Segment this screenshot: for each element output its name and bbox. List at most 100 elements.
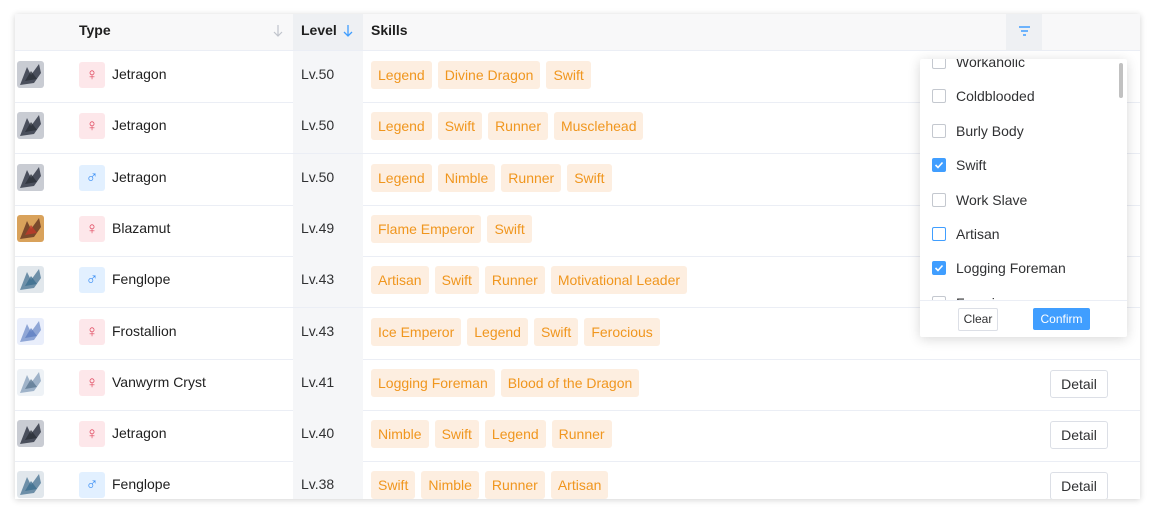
skill-tag: Nimble	[437, 163, 496, 192]
filter-option[interactable]: Burly Body	[920, 116, 1120, 146]
pal-name: Jetragon	[112, 168, 167, 185]
filter-options-list[interactable]: Workaholic Coldblooded Burly Body Swift Work…	[920, 59, 1127, 300]
detail-button[interactable]: Detail	[1050, 421, 1108, 450]
male-icon: ♂	[79, 164, 105, 191]
male-icon: ♂	[79, 472, 105, 499]
jetragon-icon	[17, 163, 44, 191]
pal-level: Lv.41	[301, 373, 335, 390]
skill-tag: Artisan	[371, 266, 429, 295]
filter-option[interactable]: Artisan	[920, 219, 1120, 249]
filter-option-label: Burly Body	[956, 122, 1024, 139]
jetragon-icon	[17, 420, 44, 448]
checkbox-checked[interactable]	[932, 261, 946, 276]
female-icon: ♀	[79, 421, 105, 448]
female-icon: ♀	[79, 62, 105, 88]
table-header: Type Level Skills	[15, 14, 1140, 51]
skill-tag: Musclehead	[553, 112, 644, 141]
skill-tags: Flame Emperor Swift	[371, 214, 532, 243]
sort-arrow-down-active-icon[interactable]	[341, 23, 355, 39]
skill-tag: Motivational Leader	[550, 266, 688, 295]
skill-tags: Artisan Swift Runner Motivational Leader	[371, 266, 688, 295]
skill-tag: Artisan	[550, 471, 609, 499]
skill-tag: Swift	[434, 420, 479, 449]
checkbox[interactable]	[932, 227, 946, 241]
pal-level: Lv.40	[301, 425, 335, 442]
vanwyrm-icon	[17, 368, 44, 396]
filter-icon[interactable]	[1018, 25, 1031, 37]
filter-option[interactable]: Work Slave	[920, 185, 1120, 215]
skill-tag: Ice Emperor	[371, 317, 462, 346]
pal-level: Lv.43	[301, 322, 335, 339]
pal-level: Lv.50	[301, 168, 335, 185]
skill-tag: Runner	[551, 420, 612, 449]
filter-option-label: Swift	[956, 157, 987, 174]
skill-tag: Swift	[434, 266, 479, 295]
pal-level: Lv.49	[301, 219, 335, 236]
skill-tags: Legend Divine Dragon Swift	[371, 61, 591, 89]
skill-filter-dropdown: Workaholic Coldblooded Burly Body Swift Work…	[920, 59, 1127, 337]
clear-button[interactable]: Clear	[958, 308, 998, 331]
skill-tag: Blood of the Dragon	[500, 368, 640, 397]
sort-arrow-down-icon[interactable]	[271, 23, 285, 39]
skill-tag: Legend	[467, 317, 528, 346]
skill-tag: Runner	[484, 266, 545, 295]
skill-tags: Legend Swift Runner Musclehead	[371, 112, 644, 141]
skill-tag: Legend	[371, 112, 432, 141]
checkbox[interactable]	[932, 192, 946, 207]
jetragon-icon	[17, 112, 44, 140]
jetragon-icon	[17, 61, 44, 88]
skill-tags: Nimble Swift Legend Runner	[371, 420, 612, 449]
checkbox[interactable]	[932, 59, 946, 69]
filter-option[interactable]: Swift	[920, 150, 1120, 180]
detail-button[interactable]: Detail	[1050, 472, 1108, 499]
pal-name: Fenglope	[112, 476, 171, 493]
check-icon	[934, 162, 944, 169]
skill-tag: Swift	[437, 112, 483, 141]
female-icon: ♀	[79, 318, 105, 345]
fenglope-icon	[17, 471, 44, 499]
skill-tags: Swift Nimble Runner Artisan	[371, 471, 609, 499]
pal-name: Fenglope	[112, 271, 171, 288]
filter-option-label: Workaholic	[956, 59, 1025, 70]
checkbox[interactable]	[932, 89, 946, 104]
level-header[interactable]: Level	[301, 14, 337, 50]
pal-level: Lv.38	[301, 476, 335, 493]
filter-option[interactable]: Workaholic	[920, 59, 1120, 77]
skill-tag: Nimble	[421, 471, 479, 499]
skill-tag: Divine Dragon	[437, 61, 541, 89]
filter-footer: Clear Confirm	[920, 300, 1127, 337]
skill-tag: Swift	[533, 317, 579, 346]
skill-tag: Swift	[371, 471, 416, 499]
pal-name: Frostallion	[112, 322, 177, 339]
skill-tag: Runner	[484, 471, 545, 499]
pal-level: Lv.50	[301, 66, 335, 82]
skill-tag: Runner	[501, 163, 562, 192]
type-header[interactable]: Type	[79, 14, 111, 50]
confirm-button[interactable]: Confirm	[1033, 308, 1090, 330]
skill-tag: Nimble	[371, 420, 429, 449]
skill-tag: Logging Foreman	[371, 368, 495, 397]
filter-option[interactable]: Ferocious	[920, 288, 1120, 300]
skill-tag: Legend	[484, 420, 546, 449]
pal-name: Vanwyrm Cryst	[112, 373, 206, 390]
skills-header: Skills	[371, 22, 408, 38]
filter-option-label: Artisan	[956, 226, 1000, 242]
filter-option-label: Work Slave	[956, 191, 1028, 208]
skill-tag: Flame Emperor	[371, 214, 482, 243]
female-icon: ♀	[79, 369, 105, 396]
checkbox-checked[interactable]	[932, 158, 946, 173]
table-row: ♂ Fenglope Lv.38 Swift Nimble Runner Artisan De…	[15, 461, 1140, 499]
frostallion-icon	[17, 317, 44, 345]
female-icon: ♀	[79, 113, 105, 140]
skill-tag: Swift	[487, 214, 532, 243]
skill-tag: Runner	[488, 112, 548, 141]
blazamut-icon	[17, 214, 44, 242]
pal-level: Lv.50	[301, 117, 335, 134]
skill-tag: Legend	[371, 61, 432, 89]
detail-button[interactable]: Detail	[1050, 369, 1108, 398]
skill-tag: Ferocious	[584, 317, 660, 346]
checkbox[interactable]	[932, 123, 946, 138]
filter-option[interactable]: Logging Foreman	[920, 253, 1120, 283]
filter-option[interactable]: Coldblooded	[920, 81, 1120, 111]
skill-tags: Legend Nimble Runner Swift	[371, 163, 612, 192]
